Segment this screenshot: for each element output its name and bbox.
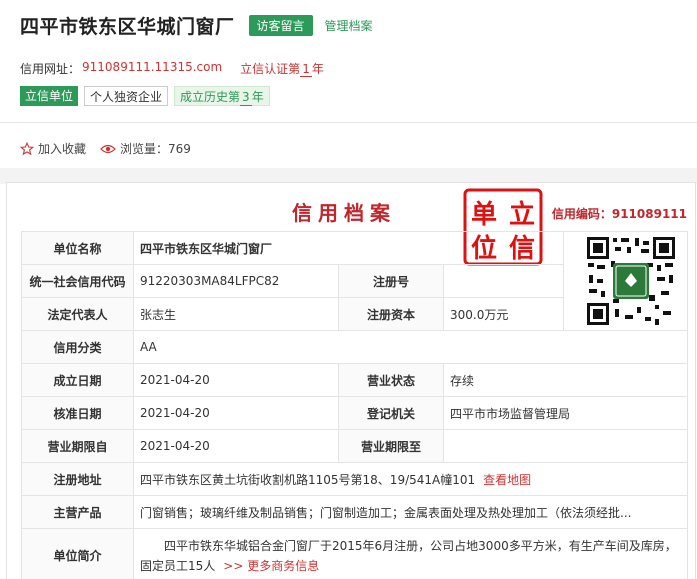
history-suffix: 年 xyxy=(251,90,264,104)
table-row: 注册地址 四平市铁东区黄土坑街收割机路1105号第18、19/541A幢101 查… xyxy=(21,462,688,496)
term-to-label: 营业期限至 xyxy=(338,429,444,463)
table-row: 信用分类 AA xyxy=(21,330,688,364)
star-icon xyxy=(20,141,34,155)
history-prefix: 成立历史第 xyxy=(180,90,241,104)
authority-label: 登记机关 xyxy=(338,396,444,430)
name-label: 单位名称 xyxy=(21,231,134,265)
favorite-label: 加入收藏 xyxy=(38,142,87,156)
credit-class-value: AA xyxy=(133,330,688,364)
cert-suffix: 年 xyxy=(311,62,324,76)
authority-value: 四平市市场监督管理局 xyxy=(443,396,688,430)
term-from-value: 2021-04-20 xyxy=(133,429,339,463)
header-divider xyxy=(0,122,697,123)
table-row: 单位名称 四平市铁东区华城门窗厂 xyxy=(21,231,688,331)
term-from-label: 营业期限自 xyxy=(21,429,134,463)
trusted-badge: 立信单位 xyxy=(20,86,79,106)
company-type-badge: 个人独资企业 xyxy=(84,86,169,106)
stamp-char: 立 xyxy=(509,199,535,230)
address-label: 注册地址 xyxy=(21,462,134,496)
tags-row: 立信单位 个人独资企业 成立历史第 3 年 xyxy=(20,86,276,106)
name-value: 四平市铁东区华城门窗厂 xyxy=(133,231,564,265)
table-row: 主营产品 门窗销售；玻璃纤维及制品销售；门窗制造加工；金属表面处理及热处理加工（… xyxy=(21,495,688,529)
stamp-char: 单 xyxy=(471,200,497,230)
company-header: 四平市铁东区华城门窗厂 访客留言 管理档案 信用网址： 911089111.11… xyxy=(0,0,697,180)
capital-label: 注册资本 xyxy=(338,297,444,331)
regno-value xyxy=(443,264,564,298)
credit-class-label: 信用分类 xyxy=(21,330,134,364)
table-row: 成立日期 2021-04-20 营业状态 存续 xyxy=(21,363,688,397)
table-row: 核准日期 2021-04-20 登记机关 四平市市场监督管理局 xyxy=(21,396,688,430)
cert-prefix: 立信认证第 xyxy=(240,62,301,76)
intro-text: 四平市铁东华城铝合金门窗厂于2015年6月注册，公司占地3000多平方米，有生产… xyxy=(140,536,681,576)
intro-label: 单位简介 xyxy=(21,528,134,579)
view-map-link[interactable]: 查看地图 xyxy=(483,473,531,487)
status-value: 存续 xyxy=(443,363,688,397)
history-years: 3 xyxy=(240,90,252,106)
legal-rep-value: 张志生 xyxy=(133,297,339,331)
address-value: 四平市铁东区黄土坑街收割机路1105号第18、19/541A幢101 xyxy=(140,472,476,487)
cert-years: 立信认证第 1 年 xyxy=(240,60,324,77)
approved-label: 核准日期 xyxy=(21,396,134,430)
table-row: 单位简介 四平市铁东华城铝合金门窗厂于2015年6月注册，公司占地3000多平方… xyxy=(21,528,688,579)
tab-archive[interactable]: 管理档案 xyxy=(323,15,375,36)
page-title: 四平市铁东区华城门窗厂 xyxy=(20,16,235,38)
eye-icon xyxy=(100,144,116,153)
products-value: 门窗销售；玻璃纤维及制品销售；门窗制造加工；金属表面处理及热处理加工（依法须经批… xyxy=(133,495,688,529)
legal-rep-label: 法定代表人 xyxy=(21,297,134,331)
more-business-info-link[interactable]: >> 更多商务信息 xyxy=(223,559,319,573)
uscc-value: 91220303MA84LFPC82 xyxy=(133,264,339,298)
views-value: 769 xyxy=(168,141,191,156)
intro-cell: 四平市铁东华城铝合金门窗厂于2015年6月注册，公司占地3000多平方米，有生产… xyxy=(133,528,688,579)
tab-guestbook[interactable]: 访客留言 xyxy=(248,15,313,36)
add-favorite-button[interactable]: 加入收藏 xyxy=(20,140,86,157)
regno-label: 注册号 xyxy=(338,264,444,298)
credit-code-value: 911089111 xyxy=(611,207,687,221)
credit-code-label: 信用编码： xyxy=(551,207,612,221)
credit-url-row: 信用网址： 911089111.11315.com 立信认证第 1 年 xyxy=(20,60,324,77)
url-label: 信用网址： xyxy=(20,62,81,76)
approved-value: 2021-04-20 xyxy=(133,396,339,430)
term-to-value xyxy=(443,429,688,463)
founded-label: 成立日期 xyxy=(21,363,134,397)
credit-archive-card: 信用档案 信用编码：911089111 单 立 位 信 单位名称 四平市铁东区华… xyxy=(6,182,696,579)
view-count: 浏览量： 769 xyxy=(100,140,191,157)
cert-years-number: 1 xyxy=(300,62,312,77)
uscc-label: 统一社会信用代码 xyxy=(21,264,134,298)
products-label: 主营产品 xyxy=(21,495,134,529)
credit-info-table: 单位名称 四平市铁东区华城门窗厂 统一社会信用代码 91220303MA84LF… xyxy=(21,231,688,579)
address-cell: 四平市铁东区黄土坑街收割机路1105号第18、19/541A幢101 查看地图 xyxy=(133,462,688,496)
status-label: 营业状态 xyxy=(338,363,444,397)
actions-row: 加入收藏 浏览量： 769 xyxy=(20,140,205,157)
title-row: 四平市铁东区华城门窗厂 访客留言 管理档案 xyxy=(20,12,375,39)
credit-code: 信用编码：911089111 xyxy=(552,205,687,222)
card-title: 信用档案 xyxy=(292,201,396,225)
credit-url-link[interactable]: 911089111.11315.com xyxy=(82,60,222,77)
qr-cell xyxy=(563,231,688,331)
history-badge: 成立历史第 3 年 xyxy=(174,86,270,106)
capital-value: 300.0万元 xyxy=(443,297,564,331)
views-label: 浏览量： xyxy=(120,142,169,156)
founded-value: 2021-04-20 xyxy=(133,363,339,397)
table-row: 营业期限自 2021-04-20 营业期限至 xyxy=(21,429,688,463)
intro-value: 四平市铁东华城铝合金门窗厂于2015年6月注册，公司占地3000多平方米，有生产… xyxy=(140,538,677,573)
